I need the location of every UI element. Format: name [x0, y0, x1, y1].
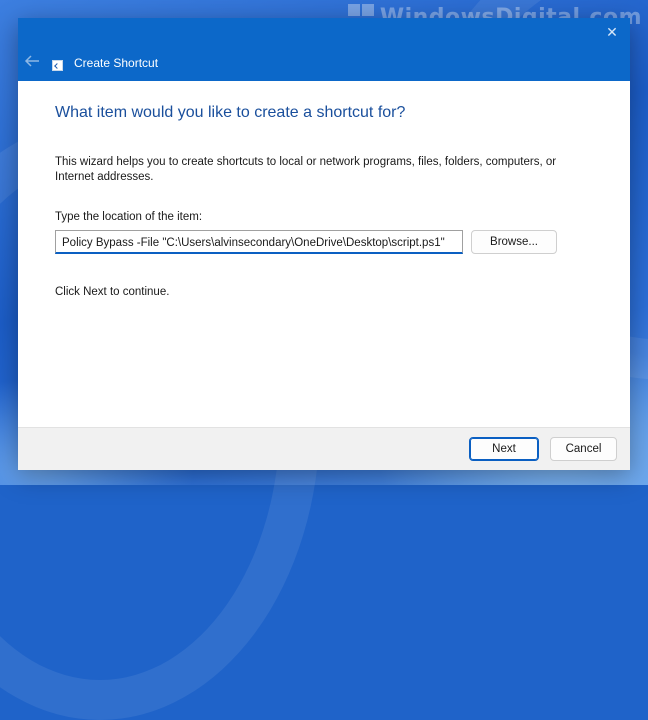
back-arrow-icon[interactable] — [24, 54, 40, 68]
location-label: Type the location of the item: — [55, 211, 203, 223]
button-bar: Next Cancel — [18, 427, 630, 470]
title-bar: ✕ Create Shortcut — [18, 18, 630, 81]
browse-button[interactable]: Browse... — [471, 230, 557, 254]
shortcut-icon — [52, 60, 63, 71]
location-input[interactable] — [55, 230, 463, 254]
next-button[interactable]: Next — [469, 437, 539, 461]
create-shortcut-window: ✕ Create Shortcut What item would you li… — [18, 18, 630, 470]
continue-instruction: Click Next to continue. — [55, 286, 170, 298]
wizard-description: This wizard helps you to create shortcut… — [55, 156, 557, 183]
page-heading: What item would you like to create a sho… — [55, 104, 406, 121]
window-title: Create Shortcut — [74, 56, 159, 70]
cancel-button[interactable]: Cancel — [550, 437, 617, 461]
close-icon[interactable]: ✕ — [604, 24, 620, 40]
